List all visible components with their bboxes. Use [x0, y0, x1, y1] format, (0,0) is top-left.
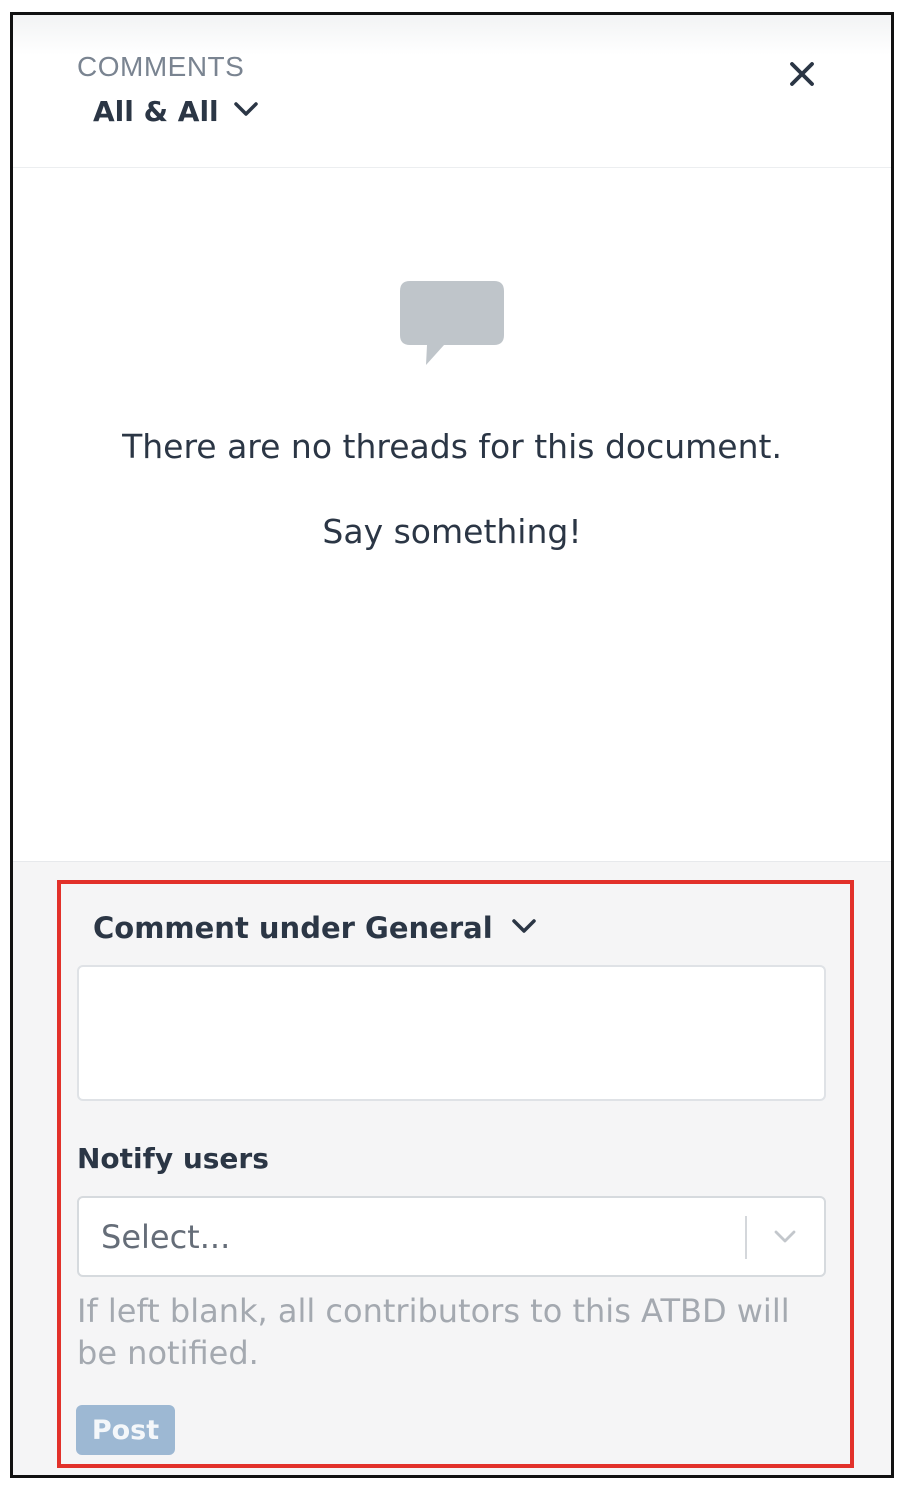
- select-separator: [745, 1216, 747, 1259]
- notify-users-label: Notify users: [77, 1142, 269, 1175]
- comment-section-label: Comment under General: [93, 911, 493, 945]
- notify-help-text: If left blank, all contributors to this …: [77, 1292, 790, 1372]
- empty-state-subtitle: Say something!: [322, 512, 582, 551]
- thread-filter-label: All & All: [93, 94, 219, 128]
- empty-state-title: There are no threads for this document.: [122, 427, 782, 466]
- chevron-down-icon: [233, 100, 259, 122]
- speech-bubble-icon: [400, 281, 504, 369]
- empty-state: There are no threads for this document. …: [13, 169, 891, 861]
- comment-composer: Comment under General Notify users Selec…: [13, 861, 891, 1475]
- post-button[interactable]: Post: [76, 1405, 175, 1455]
- comment-input[interactable]: [77, 965, 826, 1101]
- close-icon: [789, 61, 815, 91]
- thread-filter-dropdown[interactable]: All & All: [93, 91, 259, 131]
- notify-users-select[interactable]: Select...: [77, 1196, 826, 1277]
- panel-eyebrow: COMMENTS: [77, 51, 245, 82]
- chevron-down-icon: [771, 1222, 799, 1254]
- comment-section-dropdown[interactable]: Comment under General: [93, 908, 537, 948]
- notify-users-placeholder: Select...: [101, 1218, 231, 1256]
- comments-panel: COMMENTS All & All There are no threads …: [10, 12, 894, 1478]
- comments-header: COMMENTS All & All: [13, 15, 891, 168]
- close-button[interactable]: [785, 59, 819, 93]
- chevron-down-icon: [511, 917, 537, 939]
